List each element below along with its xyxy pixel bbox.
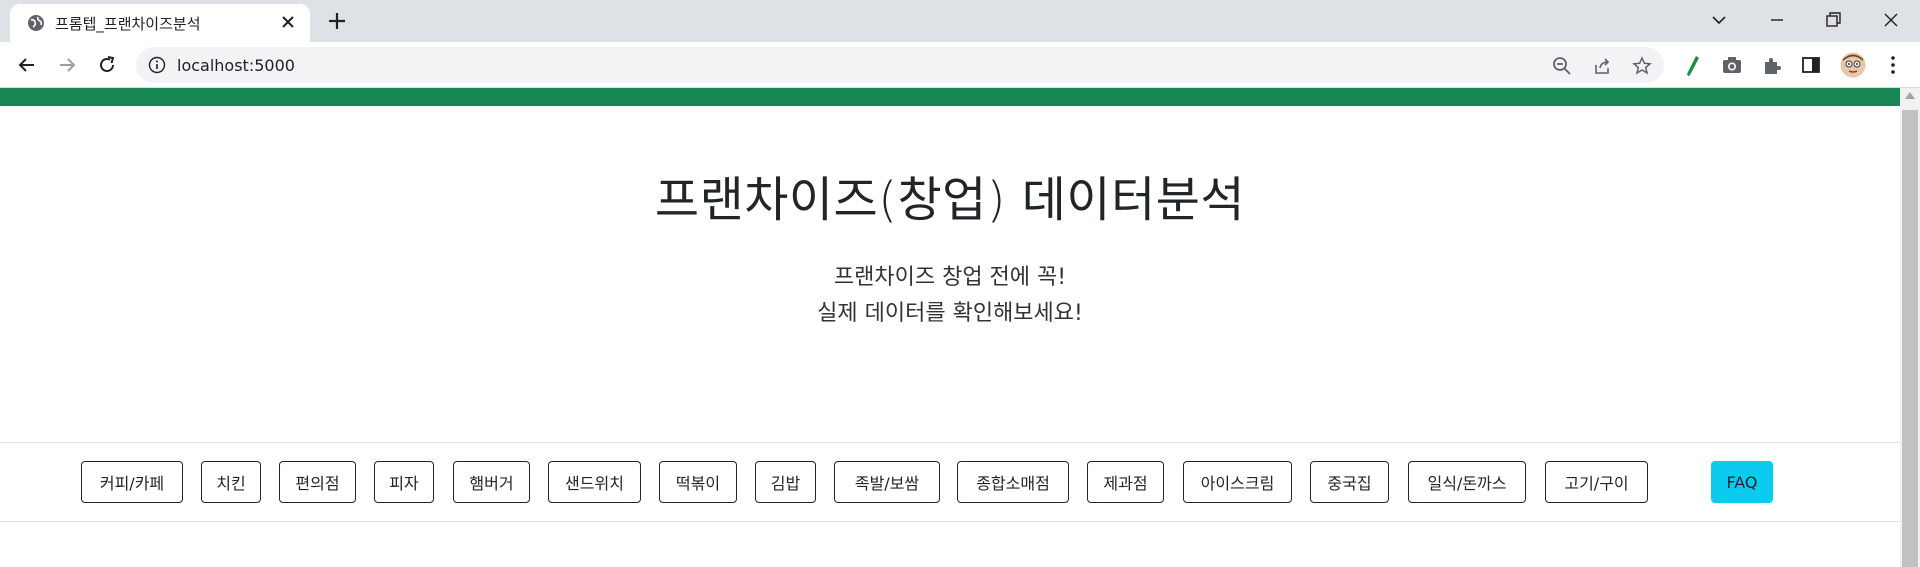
category-nav: 커피/카페 치킨 편의점 피자 햄버거 샌드위치 떡볶이 김밥 족발/보쌈 종합… — [0, 442, 1900, 522]
category-button-gimbap[interactable]: 김밥 — [755, 461, 816, 503]
back-arrow-icon[interactable] — [14, 52, 40, 78]
browser-tab[interactable]: 프롬텝_프랜차이즈분석 — [10, 4, 310, 42]
forward-arrow-icon[interactable] — [54, 52, 80, 78]
scroll-up-arrow-icon[interactable] — [1905, 92, 1915, 99]
category-button-japanese[interactable]: 일식/돈까스 — [1408, 461, 1526, 503]
pen-extension-icon[interactable] — [1682, 54, 1704, 76]
category-button-sandwich[interactable]: 샌드위치 — [548, 461, 641, 503]
category-button-jokbal[interactable]: 족발/보쌈 — [834, 461, 940, 503]
category-button-bbq[interactable]: 고기/구이 — [1545, 461, 1648, 503]
browser-menu-icon[interactable] — [1882, 54, 1904, 76]
camera-icon[interactable] — [1721, 54, 1743, 76]
brand-top-bar — [0, 88, 1900, 106]
reload-icon[interactable] — [94, 52, 120, 78]
new-tab-icon[interactable] — [326, 10, 348, 32]
close-window-icon[interactable] — [1878, 8, 1904, 32]
site-info-icon[interactable] — [148, 56, 166, 74]
category-button-chinese[interactable]: 중국집 — [1310, 461, 1389, 503]
close-tab-icon[interactable] — [278, 12, 298, 32]
extensions-puzzle-icon[interactable] — [1761, 54, 1783, 76]
category-button-burger[interactable]: 햄버거 — [453, 461, 530, 503]
profile-avatar-icon[interactable] — [1840, 52, 1866, 78]
category-button-chicken[interactable]: 치킨 — [201, 461, 261, 503]
restore-icon[interactable] — [1820, 8, 1846, 32]
category-button-icecream[interactable]: 아이스크림 — [1183, 461, 1292, 503]
category-button-tteokbokki[interactable]: 떡볶이 — [659, 461, 737, 503]
zoom-out-icon[interactable] — [1552, 56, 1572, 76]
tab-title: 프롬텝_프랜차이즈분석 — [55, 15, 201, 33]
category-button-retail[interactable]: 종합소매점 — [957, 461, 1069, 503]
share-icon[interactable] — [1592, 56, 1612, 76]
minimize-icon[interactable] — [1764, 8, 1790, 32]
tab-search-icon[interactable] — [1706, 8, 1732, 32]
scrollbar-track[interactable] — [1900, 88, 1920, 567]
browser-toolbar: localhost:5000 — [0, 42, 1920, 88]
category-button-convenience[interactable]: 편의점 — [279, 461, 356, 503]
address-bar[interactable]: localhost:5000 — [136, 47, 1664, 83]
category-button-bakery[interactable]: 제과점 — [1087, 461, 1164, 503]
bookmark-star-icon[interactable] — [1632, 56, 1652, 76]
browser-tabstrip: 프롬텝_프랜차이즈분석 — [0, 0, 1920, 42]
faq-button[interactable]: FAQ — [1711, 461, 1773, 503]
side-panel-icon[interactable] — [1800, 54, 1822, 76]
category-button-coffee[interactable]: 커피/카페 — [81, 461, 183, 503]
lead-line-1: 프랜차이즈 창업 전에 꼭! — [833, 265, 1067, 290]
page-lead: 프랜차이즈 창업 전에 꼭! 실제 데이터를 확인해보세요! — [0, 260, 1900, 332]
page-title: 프랜차이즈(창업) 데이터분석 — [654, 172, 1246, 228]
lead-line-2: 실제 데이터를 확인해보세요! — [817, 301, 1083, 326]
url-text[interactable]: localhost:5000 — [177, 56, 295, 75]
scrollbar-thumb[interactable] — [1902, 110, 1918, 567]
page-viewport: 프랜차이즈(창업) 데이터분석 프랜차이즈 창업 전에 꼭! 실제 데이터를 확… — [0, 88, 1920, 567]
globe-icon — [28, 15, 44, 31]
category-button-pizza[interactable]: 피자 — [374, 461, 434, 503]
